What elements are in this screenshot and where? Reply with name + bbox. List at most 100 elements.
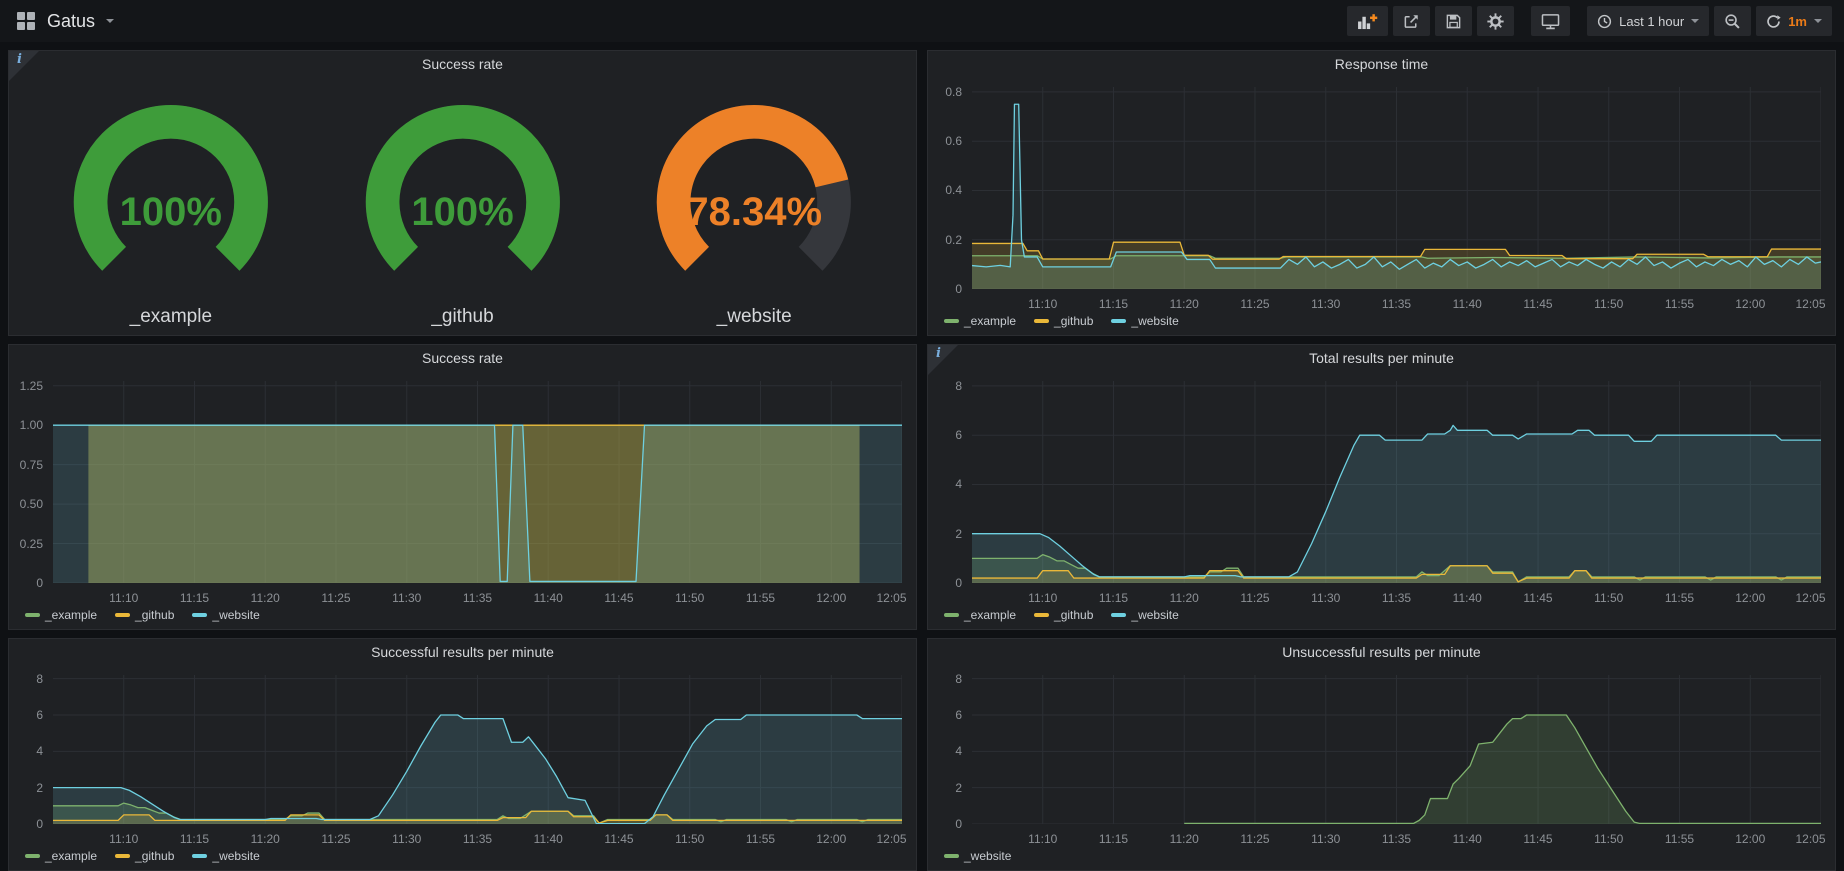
- plot-region[interactable]: 0246811:1011:1511:2011:2511:3011:3511:40…: [15, 667, 908, 846]
- refresh-button[interactable]: 1m: [1756, 6, 1832, 36]
- y-tick-label: 8: [955, 379, 962, 393]
- legend-item-_website[interactable]: _website: [944, 849, 1011, 863]
- legend-item-_website[interactable]: _website: [192, 608, 259, 622]
- gauge-row: 100% _example 100% _github 78.34% _websi…: [9, 77, 916, 335]
- x-tick-label: 12:05: [876, 832, 906, 846]
- panel-title[interactable]: Successful results per minute: [9, 639, 916, 665]
- dashboard-grid: i Success rate 100% _example 100% _githu…: [0, 42, 1844, 871]
- chevron-down-icon: [1691, 19, 1699, 23]
- plot-region[interactable]: 00.20.40.60.811:1011:1511:2011:2511:3011…: [934, 79, 1827, 311]
- chart-body: 0246811:1011:1511:2011:2511:3011:3511:40…: [928, 371, 1835, 629]
- y-tick-label: 2: [955, 527, 962, 541]
- legend-item-_github[interactable]: _github: [115, 849, 174, 863]
- panel-unsuccessful-results: Unsuccessful results per minute 0246811:…: [927, 638, 1836, 871]
- x-tick-label: 11:10: [1028, 297, 1057, 311]
- y-tick-label: 4: [955, 477, 962, 491]
- info-icon[interactable]: i: [17, 52, 22, 67]
- legend-item-_website[interactable]: _website: [192, 849, 259, 863]
- x-axis: 11:1011:1511:2011:2511:3011:3511:4011:45…: [972, 828, 1821, 846]
- legend-swatch: [25, 854, 40, 858]
- y-tick-label: 0.25: [20, 537, 43, 551]
- x-tick-label: 12:05: [1795, 297, 1825, 311]
- x-tick-label: 11:45: [1523, 297, 1552, 311]
- x-tick-label: 11:40: [534, 591, 563, 605]
- legend-label: _example: [45, 608, 97, 622]
- y-tick-label: 8: [955, 672, 962, 686]
- legend-label: _github: [135, 849, 174, 863]
- y-tick-label: 0.2: [945, 233, 962, 247]
- x-tick-label: 11:25: [321, 832, 350, 846]
- panel-info-corner[interactable]: [9, 51, 39, 81]
- x-tick-label: 11:15: [180, 832, 209, 846]
- x-tick-label: 11:50: [1594, 832, 1623, 846]
- info-icon[interactable]: i: [936, 346, 941, 361]
- panel-success-rate-gauges: i Success rate 100% _example 100% _githu…: [8, 50, 917, 336]
- legend: _example _github _website: [9, 605, 916, 629]
- settings-button[interactable]: [1477, 6, 1514, 36]
- gauge-website: 78.34% _website: [608, 83, 900, 331]
- legend: _website: [928, 846, 1835, 870]
- zoom-out-button[interactable]: [1714, 6, 1751, 36]
- chevron-down-icon[interactable]: [106, 19, 114, 23]
- x-tick-label: 11:40: [534, 832, 563, 846]
- y-tick-label: 2: [36, 781, 43, 795]
- panel-title[interactable]: Success rate: [9, 345, 916, 371]
- legend-item-_website[interactable]: _website: [1111, 608, 1178, 622]
- x-tick-label: 11:30: [1311, 832, 1340, 846]
- x-tick-label: 11:25: [321, 591, 350, 605]
- x-tick-label: 12:00: [1735, 591, 1765, 605]
- legend-item-_example[interactable]: _example: [944, 314, 1016, 328]
- y-tick-label: 2: [955, 781, 962, 795]
- legend-label: _example: [964, 608, 1016, 622]
- share-button[interactable]: [1393, 6, 1430, 36]
- y-tick-label: 0: [36, 576, 43, 590]
- y-tick-label: 0: [955, 576, 962, 590]
- gauge-label: _github: [317, 306, 609, 328]
- panel-title[interactable]: Success rate: [9, 51, 916, 77]
- clock-icon: [1597, 14, 1612, 29]
- legend: _example _github _website: [928, 311, 1835, 335]
- panel-info-corner[interactable]: [928, 345, 958, 375]
- chart-canvas: [972, 675, 1821, 824]
- apps-grid-icon[interactable]: [16, 11, 36, 31]
- legend-item-_website[interactable]: _website: [1111, 314, 1178, 328]
- panel-title[interactable]: Total results per minute: [928, 345, 1835, 371]
- x-tick-label: 11:50: [675, 832, 704, 846]
- legend-label: _website: [1131, 608, 1178, 622]
- plot-region[interactable]: 0246811:1011:1511:2011:2511:3011:3511:40…: [934, 373, 1827, 605]
- legend: _example _github _website: [928, 605, 1835, 629]
- legend-item-_github[interactable]: _github: [1034, 608, 1093, 622]
- panel-total-results: i Total results per minute 0246811:1011:…: [927, 344, 1836, 630]
- plot-region[interactable]: 00.250.500.751.001.2511:1011:1511:2011:2…: [15, 373, 908, 605]
- y-tick-label: 0.4: [945, 183, 962, 197]
- time-range-button[interactable]: Last 1 hour: [1587, 6, 1709, 36]
- legend-item-_example[interactable]: _example: [25, 849, 97, 863]
- panel-title[interactable]: Unsuccessful results per minute: [928, 639, 1835, 665]
- x-tick-label: 11:55: [1665, 297, 1694, 311]
- x-axis: 11:1011:1511:2011:2511:3011:3511:4011:45…: [53, 828, 902, 846]
- add-panel-button[interactable]: [1347, 6, 1388, 36]
- y-tick-label: 0: [955, 817, 962, 831]
- x-tick-label: 11:15: [1099, 297, 1128, 311]
- chart-body: 0246811:1011:1511:2011:2511:3011:3511:40…: [9, 665, 916, 870]
- dashboard-title[interactable]: Gatus: [47, 11, 95, 32]
- legend-item-_example[interactable]: _example: [25, 608, 97, 622]
- save-button[interactable]: [1435, 6, 1472, 36]
- legend-item-_github[interactable]: _github: [1034, 314, 1093, 328]
- plot-region[interactable]: 0246811:1011:1511:2011:2511:3011:3511:40…: [934, 667, 1827, 846]
- x-tick-label: 11:25: [1240, 832, 1269, 846]
- legend-label: _example: [45, 849, 97, 863]
- y-tick-label: 0: [955, 282, 962, 296]
- panel-title[interactable]: Response time: [928, 51, 1835, 77]
- refresh-interval-label: 1m: [1788, 14, 1807, 29]
- x-axis: 11:1011:1511:2011:2511:3011:3511:4011:45…: [972, 293, 1821, 311]
- share-icon: [1403, 13, 1420, 30]
- y-tick-label: 4: [36, 744, 43, 758]
- legend-item-_example[interactable]: _example: [944, 608, 1016, 622]
- legend-swatch: [192, 613, 207, 617]
- x-tick-label: 11:20: [251, 591, 280, 605]
- x-tick-label: 11:25: [1240, 591, 1269, 605]
- cycle-view-button[interactable]: [1531, 6, 1570, 36]
- y-tick-label: 6: [955, 428, 962, 442]
- legend-item-_github[interactable]: _github: [115, 608, 174, 622]
